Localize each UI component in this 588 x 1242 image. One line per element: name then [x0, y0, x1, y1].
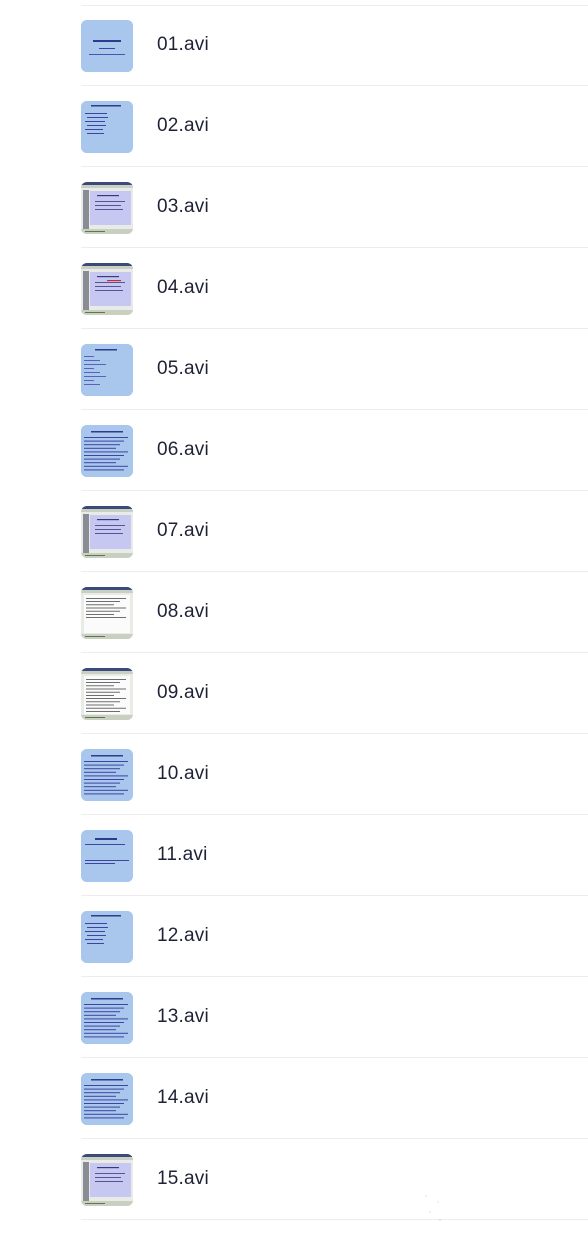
video-thumbnail-icon[interactable] — [81, 20, 133, 72]
watermark-mark — [424, 1194, 442, 1222]
file-row[interactable]: 13.avi — [0, 977, 588, 1058]
video-thumbnail-icon[interactable] — [81, 182, 133, 234]
file-name: 13.avi — [157, 1006, 209, 1027]
file-row[interactable]: 04.avi — [0, 248, 588, 329]
file-row[interactable]: 10.avi — [0, 734, 588, 815]
file-row[interactable]: 11.avi — [0, 815, 588, 896]
file-name: 12.avi — [157, 925, 209, 946]
file-name: 10.avi — [157, 763, 209, 784]
file-name: 02.avi — [157, 115, 209, 136]
file-row[interactable]: 02.avi — [0, 86, 588, 167]
video-thumbnail-icon[interactable] — [81, 506, 133, 558]
file-name: 11.avi — [157, 844, 208, 865]
video-thumbnail-icon[interactable] — [81, 1154, 133, 1206]
file-row[interactable]: 14.avi — [0, 1058, 588, 1139]
video-thumbnail-icon[interactable] — [81, 668, 133, 720]
file-row[interactable]: 05.avi — [0, 329, 588, 410]
video-thumbnail-icon[interactable] — [81, 263, 133, 315]
file-row[interactable]: 09.avi — [0, 653, 588, 734]
file-row[interactable]: 08.avi — [0, 572, 588, 653]
video-thumbnail-icon[interactable] — [81, 425, 133, 477]
file-row[interactable]: 15.avi — [0, 1139, 588, 1220]
file-row[interactable]: 03.avi — [0, 167, 588, 248]
video-thumbnail-icon[interactable] — [81, 911, 133, 963]
file-name: 09.avi — [157, 682, 209, 703]
file-name: 07.avi — [157, 520, 209, 541]
file-name: 08.avi — [157, 601, 209, 622]
video-thumbnail-icon[interactable] — [81, 749, 133, 801]
file-row[interactable]: 06.avi — [0, 410, 588, 491]
file-name: 14.avi — [157, 1087, 209, 1108]
file-name: 15.avi — [157, 1168, 209, 1189]
file-row[interactable]: 01.avi — [0, 5, 588, 86]
file-row[interactable]: 12.avi — [0, 896, 588, 977]
file-name: 06.avi — [157, 439, 209, 460]
file-row[interactable]: 07.avi — [0, 491, 588, 572]
video-thumbnail-icon[interactable] — [81, 1073, 133, 1125]
video-thumbnail-icon[interactable] — [81, 344, 133, 396]
video-thumbnail-icon[interactable] — [81, 101, 133, 153]
video-thumbnail-icon[interactable] — [81, 992, 133, 1044]
file-name: 01.avi — [157, 34, 209, 55]
row-divider — [81, 1219, 588, 1220]
file-name: 04.avi — [157, 277, 209, 298]
file-name: 05.avi — [157, 358, 209, 379]
video-thumbnail-icon[interactable] — [81, 587, 133, 639]
video-thumbnail-icon[interactable] — [81, 830, 133, 882]
file-name: 03.avi — [157, 196, 209, 217]
